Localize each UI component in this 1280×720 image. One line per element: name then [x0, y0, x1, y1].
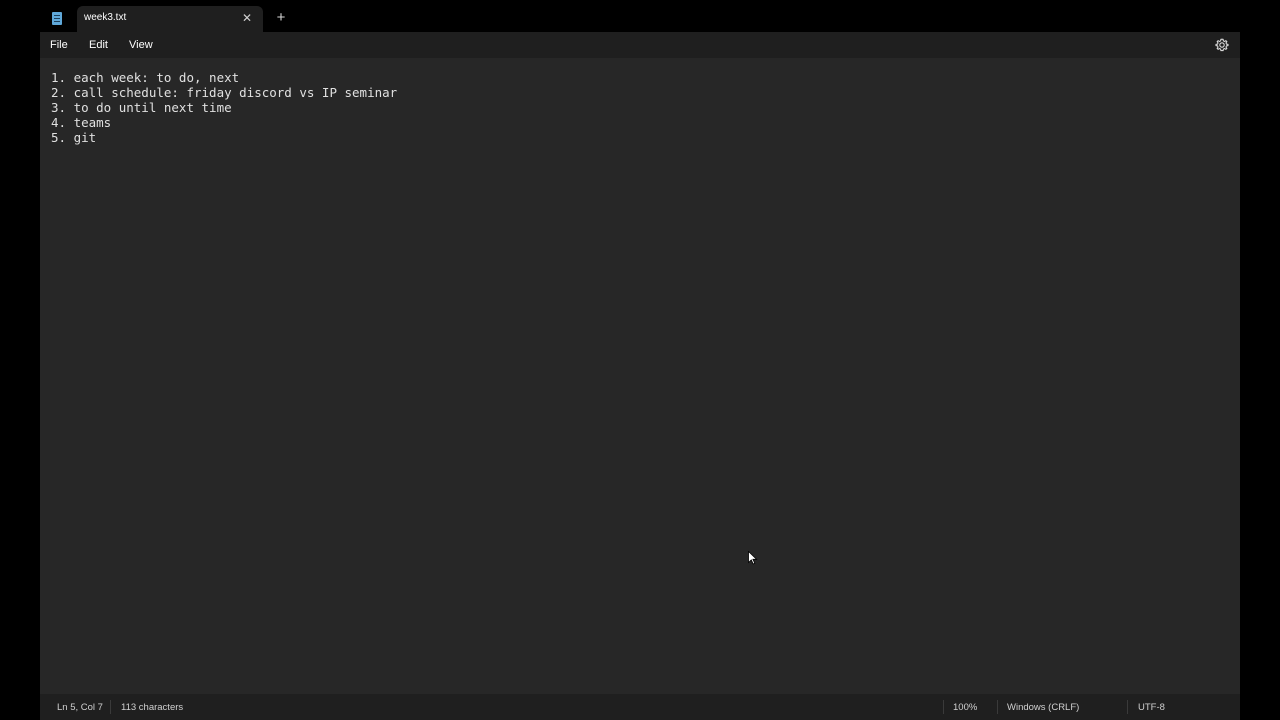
status-bar: Ln 5, Col 7 113 characters 100% Windows … — [40, 694, 1240, 720]
tab-week3[interactable]: week3.txt ✕ — [77, 6, 263, 32]
notepad-icon — [52, 12, 62, 25]
menu-file[interactable]: File — [50, 39, 68, 51]
status-divider — [110, 700, 111, 714]
title-bar: week3.txt ✕ + — [40, 0, 1240, 32]
zoom-level[interactable]: 100% — [953, 702, 977, 713]
text-line[interactable]: 4. teams — [51, 115, 111, 130]
menu-edit[interactable]: Edit — [89, 39, 108, 51]
text-line[interactable]: 1. each week: to do, next — [51, 70, 239, 85]
encoding[interactable]: UTF-8 — [1138, 702, 1165, 713]
close-icon[interactable]: ✕ — [239, 10, 255, 26]
status-divider — [1127, 700, 1128, 714]
mouse-pointer-icon — [748, 551, 758, 565]
menu-bar: File Edit View — [40, 32, 1240, 58]
status-divider — [943, 700, 944, 714]
cursor-position: Ln 5, Col 7 — [57, 702, 103, 713]
gear-icon[interactable] — [1214, 37, 1230, 53]
menu-view[interactable]: View — [129, 39, 153, 51]
text-line[interactable]: 2. call schedule: friday discord vs IP s… — [51, 85, 397, 100]
text-line[interactable]: 3. to do until next time — [51, 100, 232, 115]
status-divider — [997, 700, 998, 714]
plus-icon[interactable]: + — [273, 10, 289, 26]
text-line[interactable]: 5. git — [51, 130, 96, 145]
character-count: 113 characters — [121, 702, 184, 713]
line-ending[interactable]: Windows (CRLF) — [1007, 702, 1079, 713]
text-editor[interactable]: 1. each week: to do, next 2. call schedu… — [40, 58, 1240, 694]
notepad-window: week3.txt ✕ + File Edit View 1. each wee… — [40, 0, 1240, 720]
tab-title: week3.txt — [84, 12, 127, 23]
